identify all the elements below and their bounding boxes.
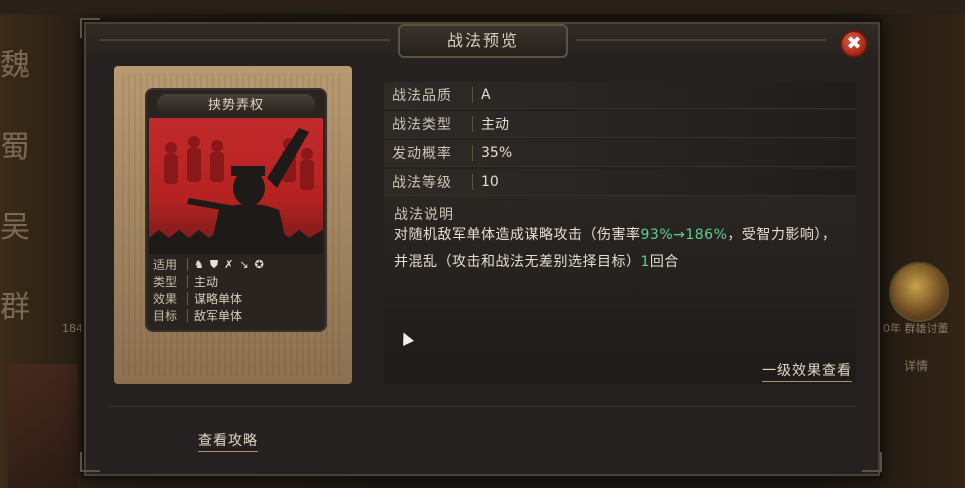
shield-icon: ⛊ (209, 257, 219, 271)
faction-wei[interactable]: 魏 (0, 40, 30, 84)
row-separator (187, 258, 188, 271)
card-row-value: 谋略单体 (194, 292, 243, 306)
description-part3: 回合 (649, 254, 679, 270)
card-attributes: 适用 ♞ ⛊ ✗ ↘ ✪ 类型 主动 效果 谋略单体 目标 敌军单体 (149, 256, 323, 324)
spear-icon: ↘ (239, 257, 249, 271)
top-bar (0, 0, 965, 14)
background-portrait (8, 364, 78, 488)
damage-rate-end: 186% (685, 227, 728, 243)
info-label: 战法品质 (392, 88, 452, 104)
card-row-type: 类型 主动 (149, 273, 323, 290)
row-separator (472, 174, 473, 190)
title-divider (100, 39, 390, 41)
confusion-rounds: 1 (640, 254, 650, 270)
avatar[interactable] (889, 262, 949, 322)
card-row-label: 效果 (153, 292, 178, 306)
description-text: 对随机敌军单体造成谋略攻击（伤害率93%→186%，受智力影响），并混乱（攻击和… (394, 222, 850, 276)
row-separator (187, 292, 188, 305)
info-row-quality: 战法品质 A (384, 82, 856, 109)
applicable-troop-icons: ♞ ⛊ ✗ ↘ ✪ (194, 258, 264, 272)
card-row-label: 适用 (153, 258, 178, 272)
background-number: 184 (62, 322, 83, 335)
faction-qun[interactable]: 群 (0, 282, 30, 326)
close-button[interactable]: ✖ (840, 30, 868, 58)
card-row-value: 敌军单体 (194, 309, 243, 323)
level-one-effect-link[interactable]: 一级效果查看 (762, 360, 852, 382)
corner-ornament-icon (80, 452, 100, 472)
info-row-level: 战法等级 10 (384, 169, 856, 196)
cavalry-icon: ♞ (194, 257, 204, 271)
background-event-text: 90年 群雄讨董 (876, 322, 949, 335)
description-part1: 对随机敌军单体造成谋略攻击（伤害率 (394, 227, 641, 243)
tactic-info-table: 战法品质 A 战法类型 主动 发动概率 35% 战法等级 10 (384, 82, 856, 198)
card-row-effect: 效果 谋略单体 (149, 290, 323, 307)
row-separator (472, 87, 473, 103)
damage-rate-arrow: → (673, 227, 686, 243)
view-guide-link[interactable]: 查看攻略 (198, 430, 258, 452)
archer-icon: ✗ (224, 257, 234, 271)
tactic-description-panel: 战法说明 对随机敌军单体造成谋略攻击（伤害率93%→186%，受智力影响），并混… (384, 196, 856, 384)
info-value: 主动 (481, 117, 509, 133)
info-value: A (481, 87, 491, 103)
info-label: 战法等级 (392, 175, 452, 191)
card-tactic-name: 挟势弄权 (207, 98, 264, 113)
info-value: 10 (481, 174, 499, 190)
row-separator (187, 309, 188, 322)
row-separator (472, 116, 473, 132)
corner-ornament-icon (862, 452, 882, 472)
card-row-label: 类型 (153, 275, 178, 289)
tactic-card: 挟势弄权 适用 ♞ ⛊ ✗ ↘ ✪ 类型 主动 效果 谋略单体 目标 敌军单体 (145, 88, 327, 332)
card-row-value: 主动 (194, 275, 219, 289)
card-row-target: 目标 敌军单体 (149, 307, 323, 324)
detail-button[interactable]: 详情 (904, 357, 928, 374)
title-divider (576, 39, 826, 41)
silhouette-art-icon (149, 128, 323, 254)
damage-rate-start: 93% (640, 227, 674, 243)
info-value: 35% (481, 145, 513, 161)
info-row-probability: 发动概率 35% (384, 140, 856, 167)
card-row-applicable: 适用 ♞ ⛊ ✗ ↘ ✪ (149, 256, 323, 273)
info-row-type: 战法类型 主动 (384, 111, 856, 138)
corner-ornament-icon (80, 18, 100, 38)
info-label: 发动概率 (392, 146, 452, 162)
dialog-title: 战法预览 (398, 24, 568, 58)
faction-shu[interactable]: 蜀 (0, 122, 30, 166)
row-separator (187, 275, 188, 288)
footer-divider (108, 406, 856, 407)
faction-wu[interactable]: 吴 (0, 202, 30, 246)
card-row-label: 目标 (153, 309, 178, 323)
siege-icon: ✪ (254, 257, 264, 271)
info-label: 战法类型 (392, 117, 452, 133)
card-illustration (149, 118, 323, 254)
row-separator (472, 145, 473, 161)
description-heading: 战法说明 (394, 207, 454, 223)
